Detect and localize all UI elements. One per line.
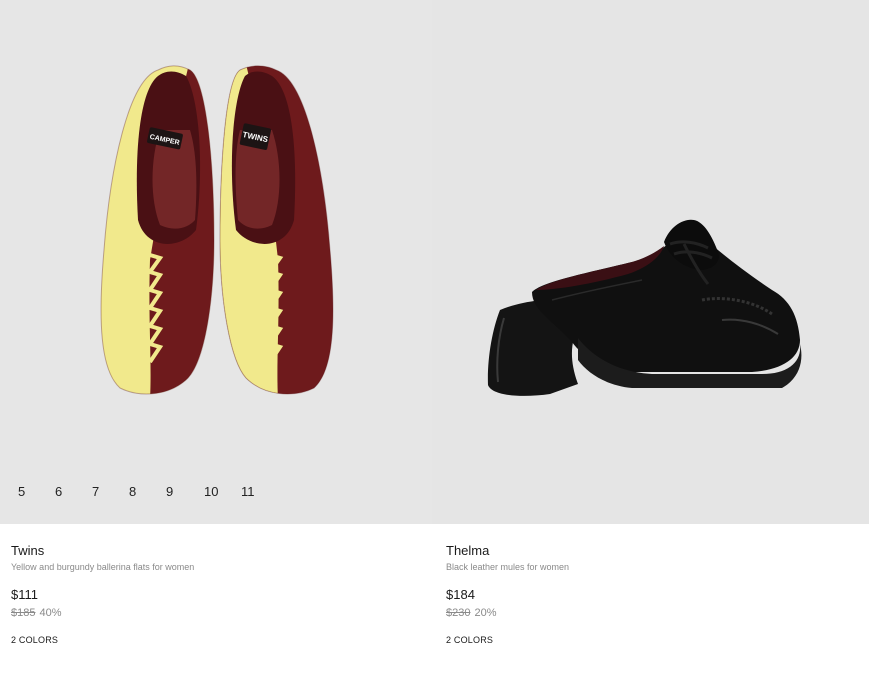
product-card-twins[interactable]: CAMPER TWINS 5 6 7 8 9 10 11 Twins Yello… — [0, 0, 435, 675]
sale-price: $111 — [11, 587, 38, 602]
product-name[interactable]: Thelma — [446, 543, 489, 558]
product-card-thelma[interactable]: Thelma Black leather mules for women $18… — [432, 0, 870, 675]
color-count-link[interactable]: 2 COLORS — [11, 635, 58, 645]
original-price: $230 — [446, 607, 471, 619]
size-option[interactable]: 6 — [55, 484, 62, 499]
discount-badge: 20% — [474, 607, 497, 619]
size-option[interactable]: 5 — [18, 484, 25, 499]
shoe-image — [487, 219, 802, 396]
shoe-image: CAMPER TWINS — [100, 65, 334, 395]
original-price-row: $185 40% — [11, 607, 62, 619]
original-price-row: $230 20% — [446, 607, 497, 619]
discount-badge: 40% — [39, 607, 62, 619]
size-option[interactable]: 8 — [129, 484, 136, 499]
color-count-link[interactable]: 2 COLORS — [446, 635, 493, 645]
product-image-twins[interactable]: CAMPER TWINS 5 6 7 8 9 10 11 — [0, 0, 433, 524]
product-image-thelma[interactable] — [432, 0, 869, 524]
product-description: Black leather mules for women — [446, 562, 570, 572]
product-description: Yellow and burgundy ballerina flats for … — [11, 562, 195, 572]
sale-price: $184 — [446, 587, 475, 602]
size-option[interactable]: 7 — [92, 484, 99, 499]
size-option[interactable]: 11 — [241, 484, 255, 499]
product-name[interactable]: Twins — [11, 543, 44, 558]
size-option[interactable]: 10 — [204, 484, 218, 499]
size-option[interactable]: 9 — [166, 484, 173, 499]
original-price: $185 — [11, 607, 36, 619]
